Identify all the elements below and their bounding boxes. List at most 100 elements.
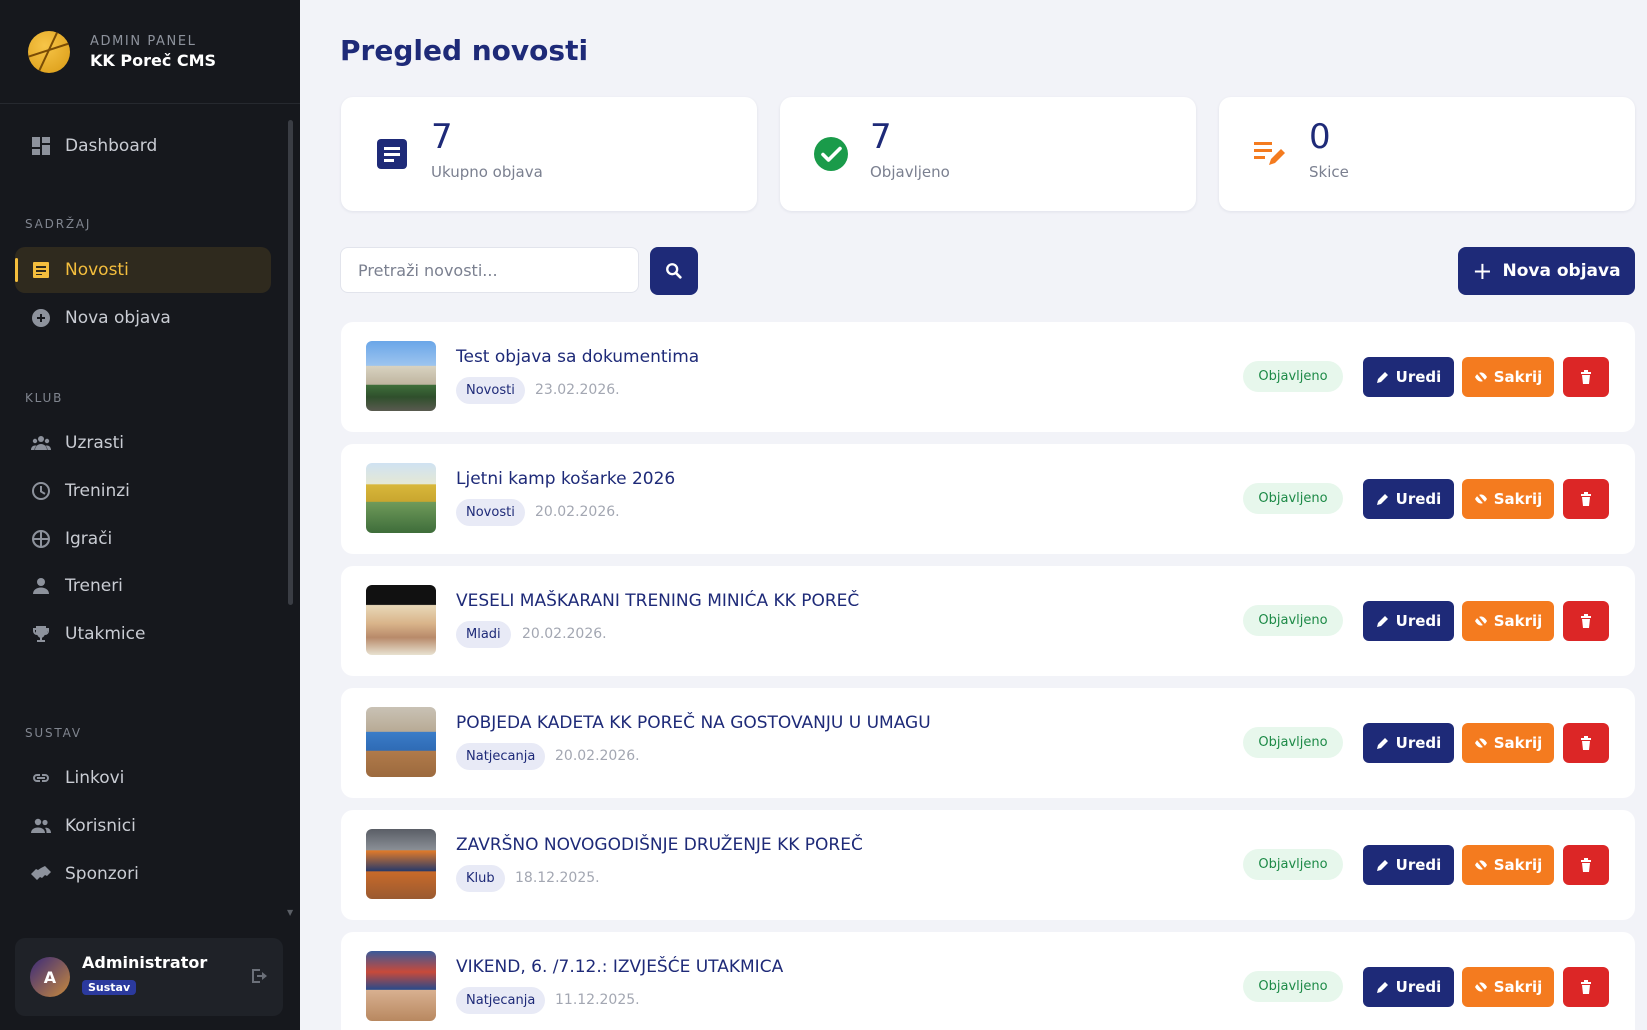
sidebar-item-label: Treneri (65, 576, 123, 596)
sidebar-item-igraci[interactable]: Igrači (15, 516, 271, 562)
groups-icon (31, 436, 51, 450)
trash-icon (1581, 858, 1591, 872)
post-title[interactable]: VESELI MAŠKARANI TRENING MINIĆA KK POREČ (456, 591, 859, 611)
sidebar-item-label: Sponzori (65, 864, 139, 884)
edit-label: Uredi (1395, 856, 1442, 874)
sidebar-item-sponzori[interactable]: Sponzori (15, 851, 271, 897)
edit-button[interactable]: Uredi (1363, 357, 1454, 397)
brand[interactable]: ADMIN PANEL KK Poreč CMS (0, 0, 300, 104)
search-icon (666, 263, 682, 279)
hide-button[interactable]: Sakrij (1462, 967, 1554, 1007)
edit-button[interactable]: Uredi (1363, 479, 1454, 519)
post-date: 20.02.2026. (535, 504, 620, 520)
status-badge: Objavljeno (1243, 849, 1343, 880)
category-badge: Klub (456, 865, 505, 892)
post-row: VESELI MAŠKARANI TRENING MINIĆA KK POREČ… (341, 566, 1635, 676)
post-title[interactable]: VIKEND, 6. /7.12.: IZVJEŠĆE UTAKMICA (456, 957, 783, 977)
sidebar-item-uzrasti[interactable]: Uzrasti (15, 420, 271, 466)
trophy-icon (33, 626, 49, 642)
new-post-label: Nova objava (1502, 261, 1621, 281)
stat-value: 0 (1309, 117, 1331, 157)
post-title[interactable]: POBJEDA KADETA KK POREČ NA GOSTOVANJU U … (456, 713, 931, 733)
edit-label: Uredi (1395, 490, 1442, 508)
stat-card-drafts: 0 Skice (1219, 97, 1635, 211)
hide-button[interactable]: Sakrij (1462, 845, 1554, 885)
sidebar-item-label: Treninzi (65, 481, 130, 501)
check-circle-icon (814, 137, 848, 171)
edit-label: Uredi (1395, 978, 1442, 996)
delete-button[interactable] (1563, 967, 1609, 1007)
basketball-icon (32, 530, 50, 548)
post-title[interactable]: Ljetni kamp košarke 2026 (456, 469, 675, 489)
eye-off-icon (1474, 858, 1487, 872)
post-date: 20.02.2026. (555, 748, 640, 764)
hide-label: Sakrij (1493, 978, 1543, 996)
new-post-button[interactable]: + Nova objava (1458, 247, 1635, 295)
people-icon (31, 818, 51, 833)
sidebar-item-label: Novosti (65, 260, 129, 280)
stat-label: Ukupno objava (431, 163, 543, 181)
sidebar-item-treneri[interactable]: Treneri (15, 563, 271, 609)
sidebar-item-novosti[interactable]: Novosti (15, 247, 271, 293)
sidebar-scrollbar[interactable] (288, 120, 293, 605)
post-date: 11.12.2025. (555, 992, 640, 1008)
add-circle-icon (32, 309, 50, 327)
pencil-icon (1376, 860, 1388, 871)
category-badge: Novosti (456, 499, 525, 526)
eye-off-icon (1474, 614, 1487, 628)
post-row: Test objava sa dokumentima Novosti 23.02… (341, 322, 1635, 432)
sidebar-item-linkovi[interactable]: Linkovi (15, 755, 271, 801)
post-title[interactable]: Test objava sa dokumentima (456, 347, 699, 367)
post-thumbnail (366, 707, 436, 777)
status-badge: Objavljeno (1243, 361, 1343, 392)
logout-icon[interactable] (249, 966, 269, 986)
hide-label: Sakrij (1493, 856, 1543, 874)
sidebar-item-dashboard[interactable]: Dashboard (15, 123, 271, 169)
dashboard-icon (32, 137, 50, 155)
sidebar-item-nova-objava[interactable]: Nova objava (15, 295, 271, 341)
sidebar-item-korisnici[interactable]: Korisnici (15, 803, 271, 849)
sidebar-item-label: Utakmice (65, 624, 146, 644)
post-date: 20.02.2026. (522, 626, 607, 642)
hide-button[interactable]: Sakrij (1462, 601, 1554, 641)
sidebar-item-label: Dashboard (65, 136, 158, 156)
post-row: POBJEDA KADETA KK POREČ NA GOSTOVANJU U … (341, 688, 1635, 798)
hide-button[interactable]: Sakrij (1462, 723, 1554, 763)
delete-button[interactable] (1563, 723, 1609, 763)
section-klub: KLUB (25, 391, 64, 405)
delete-button[interactable] (1563, 357, 1609, 397)
sidebar-item-treninzi[interactable]: Treninzi (15, 468, 271, 514)
eye-off-icon (1474, 370, 1487, 384)
post-row: Ljetni kamp košarke 2026 Novosti 20.02.2… (341, 444, 1635, 554)
post-date: 23.02.2026. (535, 382, 620, 398)
pencil-icon (1376, 982, 1388, 993)
edit-button[interactable]: Uredi (1363, 601, 1454, 641)
hide-label: Sakrij (1493, 368, 1543, 386)
edit-button[interactable]: Uredi (1363, 845, 1454, 885)
user-role-badge: Sustav (82, 980, 137, 995)
sidebar-item-utakmice[interactable]: Utakmice (15, 611, 271, 657)
delete-button[interactable] (1563, 479, 1609, 519)
hide-button[interactable]: Sakrij (1462, 479, 1554, 519)
hide-button[interactable]: Sakrij (1462, 357, 1554, 397)
category-badge: Natjecanja (456, 743, 546, 770)
search-button[interactable] (650, 247, 698, 295)
trash-icon (1581, 980, 1591, 994)
brand-subtitle: ADMIN PANEL (90, 33, 197, 49)
post-thumbnail (366, 951, 436, 1021)
avatar: A (30, 957, 70, 997)
stat-card-total: 7 Ukupno objava (341, 97, 757, 211)
category-badge: Natjecanja (456, 987, 546, 1014)
delete-button[interactable] (1563, 601, 1609, 641)
edit-button[interactable]: Uredi (1363, 723, 1454, 763)
search-input[interactable] (340, 247, 639, 293)
stat-label: Objavljeno (870, 163, 950, 181)
edit-button[interactable]: Uredi (1363, 967, 1454, 1007)
user-card: A Administrator Sustav (15, 938, 283, 1016)
post-thumbnail (366, 341, 436, 411)
article-icon (33, 262, 49, 278)
scroll-down-arrow-icon[interactable]: ▼ (287, 908, 293, 917)
post-row: VIKEND, 6. /7.12.: IZVJEŠĆE UTAKMICA Nat… (341, 932, 1635, 1030)
delete-button[interactable] (1563, 845, 1609, 885)
post-title[interactable]: ZAVRŠNO NOVOGODIŠNJE DRUŽENJE KK POREČ (456, 835, 863, 855)
